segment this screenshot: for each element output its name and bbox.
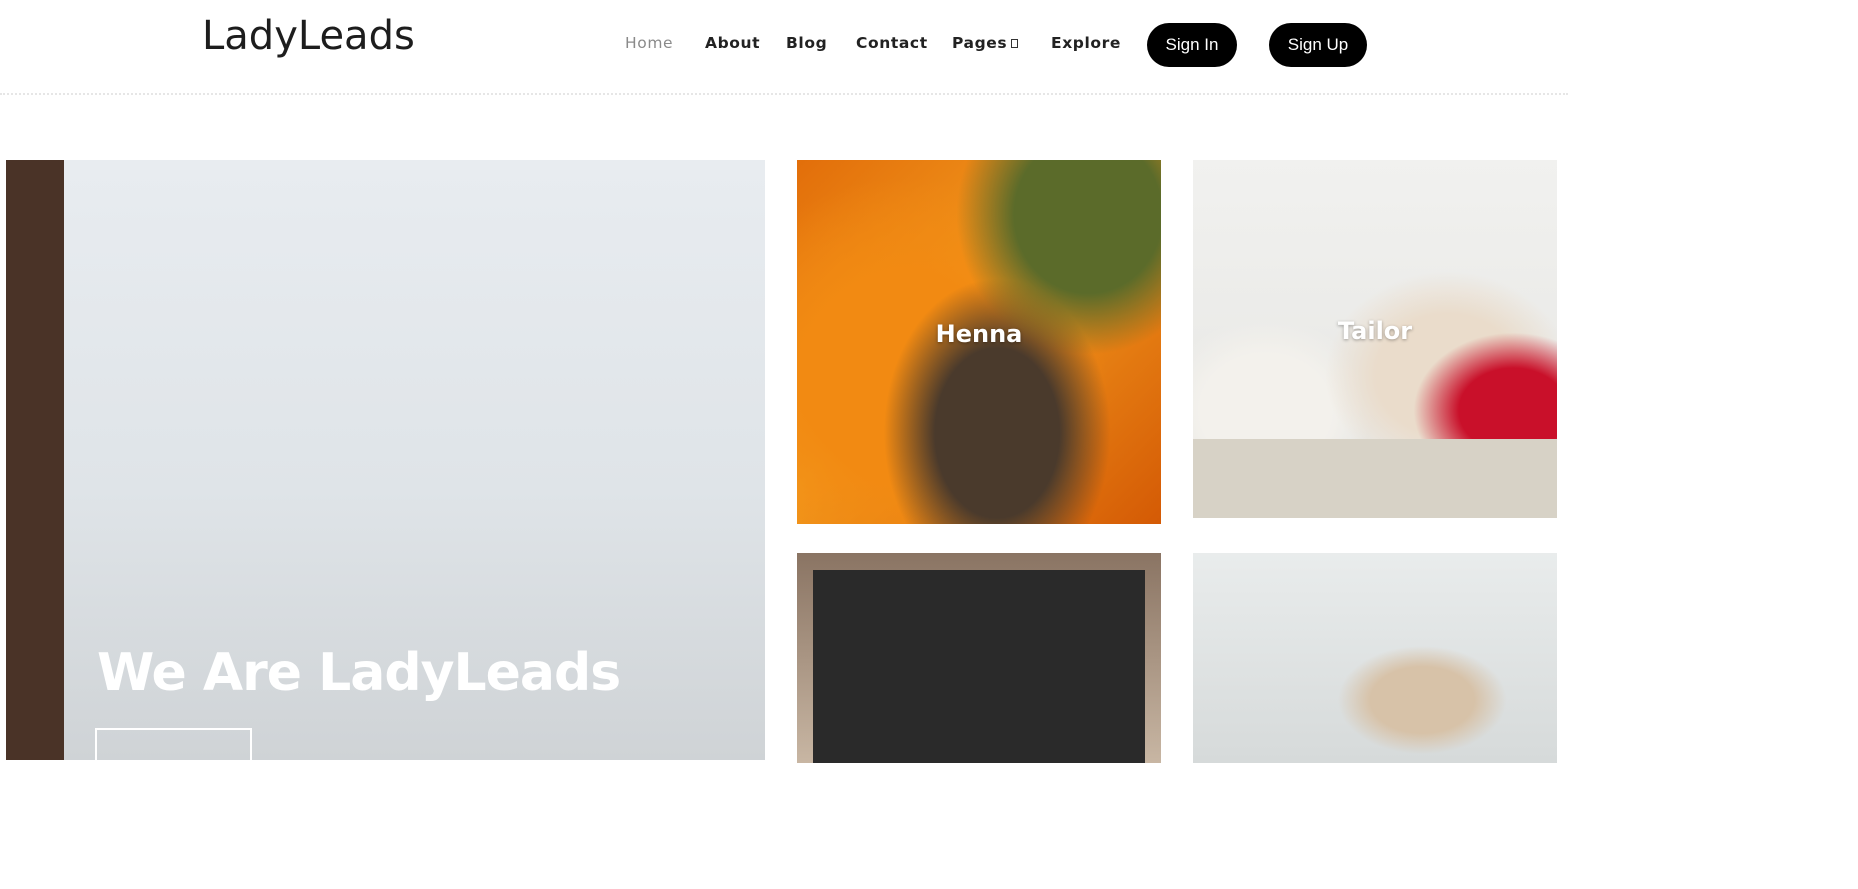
nav-pages-dropdown[interactable]: Pages — [952, 34, 1019, 52]
tailor-tile-label: Tailor — [1337, 317, 1413, 345]
site-header: LadyLeads Home About Blog Contact Pages … — [0, 0, 1568, 95]
tile-overlay-panel — [813, 570, 1145, 763]
hero-title: We Are LadyLeads — [97, 643, 621, 703]
nav-explore-link[interactable]: Explore — [1051, 34, 1121, 52]
category-tile-bottom-left[interactable] — [797, 553, 1161, 763]
nav-contact-link[interactable]: Contact — [856, 34, 928, 52]
brand-logo[interactable]: LadyLeads — [202, 13, 415, 59]
nav-pages-label: Pages — [952, 34, 1008, 52]
henna-category-tile[interactable]: Henna — [797, 160, 1161, 524]
henna-tile-label: Henna — [935, 320, 1023, 348]
category-tile-bottom-right[interactable] — [1193, 553, 1557, 763]
hero-banner: We Are LadyLeads — [6, 160, 765, 760]
chevron-down-icon — [1011, 39, 1019, 48]
sign-in-button[interactable]: Sign In — [1147, 23, 1237, 67]
nav-home-link[interactable]: Home — [625, 34, 673, 52]
tailor-category-tile[interactable]: Tailor — [1193, 160, 1557, 518]
nav-about-link[interactable]: About — [705, 34, 760, 52]
hero-cta-button[interactable] — [95, 728, 252, 760]
sign-up-button[interactable]: Sign Up — [1269, 23, 1367, 67]
nav-blog-link[interactable]: Blog — [786, 34, 827, 52]
